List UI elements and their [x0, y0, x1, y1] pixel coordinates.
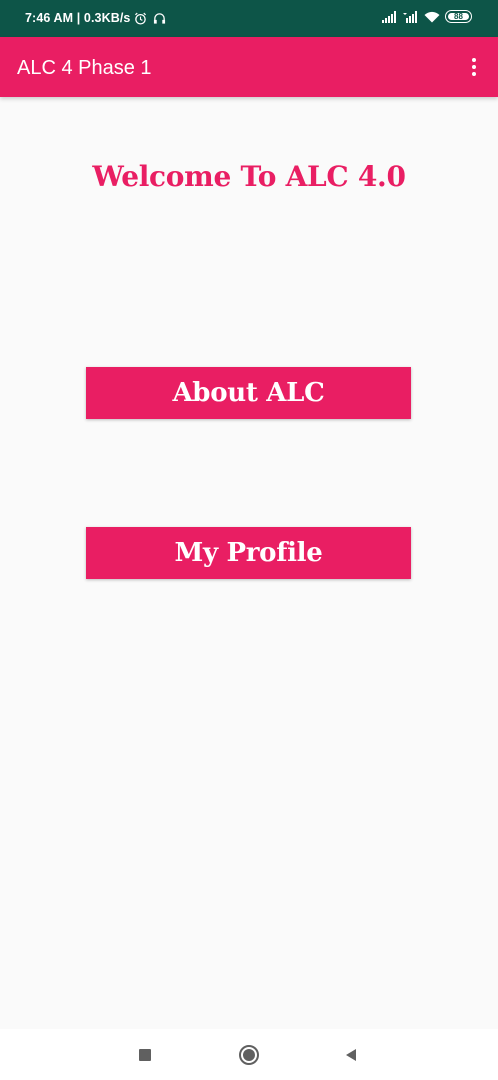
- battery-level: 88: [454, 11, 463, 21]
- status-bar: 7:46 AM | 0.3KB/s 88: [0, 0, 498, 37]
- home-icon[interactable]: [236, 1042, 262, 1068]
- app-title: ALC 4 Phase 1: [17, 57, 152, 79]
- recents-icon[interactable]: [132, 1042, 158, 1068]
- back-icon[interactable]: [338, 1042, 364, 1068]
- status-left: 7:46 AM | 0.3KB/s: [25, 11, 166, 25]
- about-alc-button[interactable]: About ALC: [86, 367, 411, 419]
- signal-icon: [382, 10, 396, 23]
- app-bar: ALC 4 Phase 1: [0, 37, 498, 97]
- headset-icon: [154, 12, 166, 24]
- status-time-speed: 7:46 AM | 0.3KB/s: [25, 11, 131, 25]
- my-profile-button[interactable]: My Profile: [86, 527, 411, 579]
- battery-icon: 88: [445, 10, 472, 23]
- more-vert-icon[interactable]: [464, 52, 484, 82]
- welcome-heading: Welcome To ALC 4.0: [92, 160, 406, 193]
- signal-icon: [403, 10, 417, 23]
- navigation-bar: [0, 1029, 498, 1080]
- wifi-icon: [424, 11, 440, 22]
- status-right: 88: [382, 10, 472, 23]
- alarm-icon: [135, 12, 147, 25]
